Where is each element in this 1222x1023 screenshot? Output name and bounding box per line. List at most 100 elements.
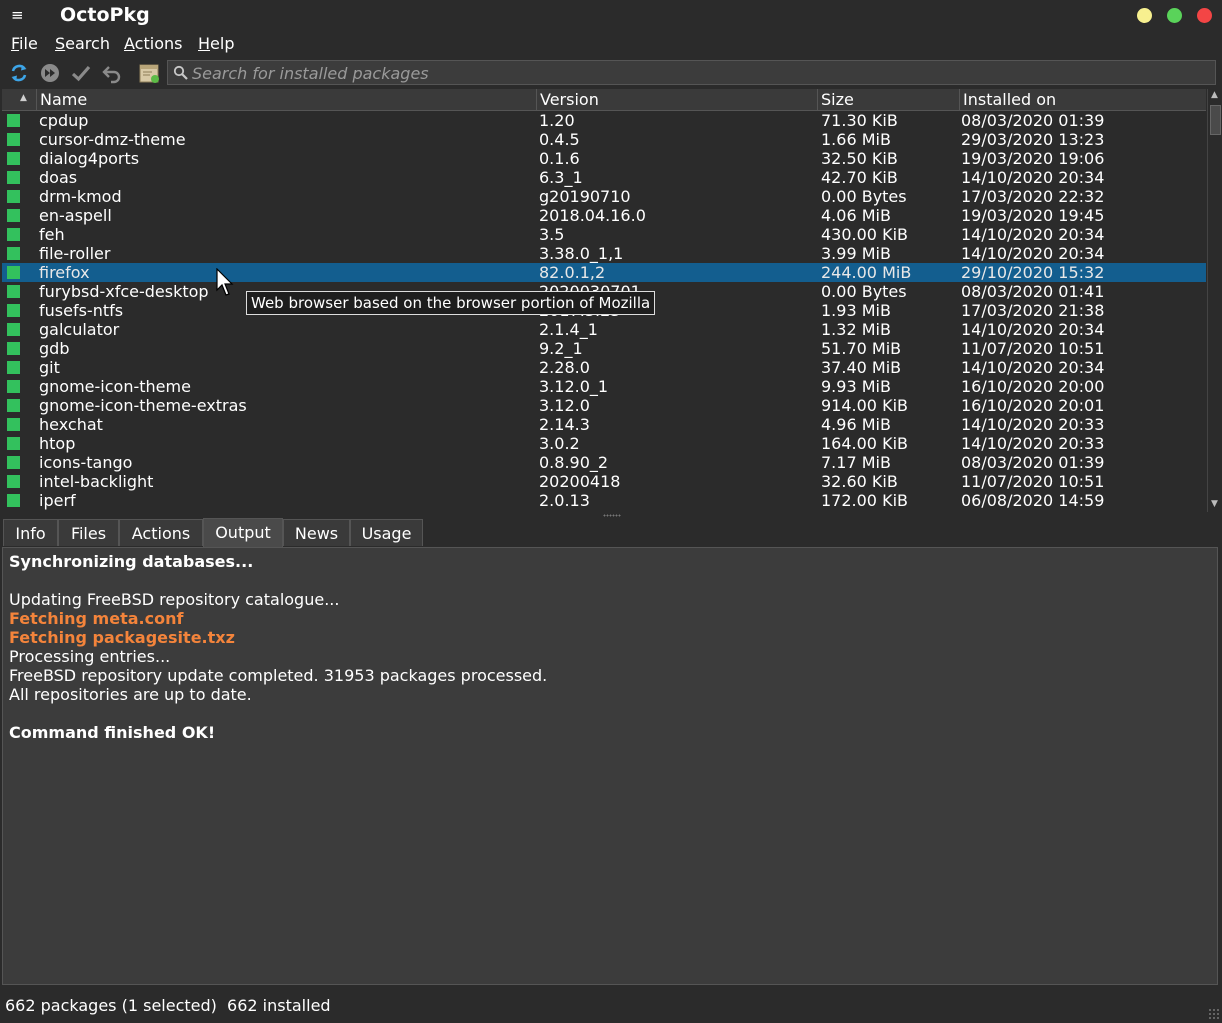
table-row[interactable]: icons-tango 0.8.90_2 7.17 MiB 08/03/2020 01…	[2, 453, 1206, 472]
package-name-cell: intel-backlight	[39, 472, 154, 491]
installed-status-icon	[7, 304, 20, 317]
table-row[interactable]: gnome-icon-theme-extras 3.12.0 914.00 KiB 1…	[2, 396, 1206, 415]
commit-icon[interactable]	[70, 62, 92, 84]
package-size-cell: 32.50 KiB	[821, 149, 898, 168]
package-name-cell: htop	[39, 434, 76, 453]
package-version-cell: 3.0.2	[539, 434, 580, 453]
table-header: ▲ Name Version Size Installed on	[2, 89, 1206, 111]
table-row[interactable]: feh 3.5 430.00 KiB 14/10/2020 20:34	[2, 225, 1206, 244]
package-installed-cell: 16/10/2020 20:01	[961, 396, 1105, 415]
menu-actions[interactable]: Actions	[124, 34, 182, 53]
package-installed-cell: 14/10/2020 20:34	[961, 225, 1105, 244]
package-size-cell: 9.93 MiB	[821, 377, 891, 396]
menu-file-mnemonic: F	[11, 34, 20, 53]
undo-icon[interactable]	[101, 62, 123, 84]
tab-info[interactable]: Info	[3, 519, 58, 546]
package-name-cell: en-aspell	[39, 206, 112, 225]
installed-status-icon	[7, 209, 20, 222]
installed-status-icon	[7, 114, 20, 127]
column-header-version[interactable]: Version	[536, 89, 817, 110]
menu-file[interactable]: File	[11, 34, 38, 53]
table-row[interactable]: drm-kmod g20190710 0.00 Bytes 17/03/2020 22…	[2, 187, 1206, 206]
package-installed-cell: 08/03/2020 01:39	[961, 453, 1105, 472]
package-version-cell: 2018.04.16.0	[539, 206, 646, 225]
package-version-cell: 6.3_1	[539, 168, 583, 187]
sync-database-icon[interactable]	[8, 62, 30, 84]
tab-output[interactable]: Output	[203, 518, 283, 547]
installed-status-icon	[7, 475, 20, 488]
scrollbar-thumb[interactable]	[1210, 105, 1221, 135]
table-row[interactable]: galculator 2.1.4_1 1.32 MiB 14/10/2020 20:3…	[2, 320, 1206, 339]
scroll-down-icon[interactable]: ▼	[1209, 499, 1220, 510]
package-size-cell: 7.17 MiB	[821, 453, 891, 472]
package-tooltip: Web browser based on the browser portion…	[246, 291, 656, 315]
maximize-button[interactable]	[1167, 8, 1182, 23]
package-version-cell: 2.28.0	[539, 358, 590, 377]
package-version-cell: 0.4.5	[539, 130, 580, 149]
pane-splitter-handle[interactable]	[603, 514, 621, 517]
installed-status-icon	[7, 361, 20, 374]
window-menu-icon[interactable]: ≡	[11, 6, 24, 24]
menu-help[interactable]: Help	[198, 34, 234, 53]
tab-news[interactable]: News	[283, 519, 350, 546]
package-version-cell: 3.5	[539, 225, 565, 244]
column-header-size[interactable]: Size	[817, 89, 959, 110]
table-row[interactable]: git 2.28.0 37.40 MiB 14/10/2020 20:34	[2, 358, 1206, 377]
package-installed-cell: 08/03/2020 01:39	[961, 111, 1105, 130]
table-row[interactable]: iperf 2.0.13 172.00 KiB 06/08/2020 14:59	[2, 491, 1206, 510]
sort-indicator-icon[interactable]: ▲	[20, 93, 27, 103]
package-installed-cell: 19/03/2020 19:45	[961, 206, 1105, 225]
package-version-cell: 2.14.3	[539, 415, 590, 434]
output-line: Fetching meta.conf	[9, 609, 184, 628]
close-button[interactable]	[1197, 8, 1212, 23]
search-input[interactable]	[190, 62, 1204, 85]
table-row[interactable]: cpdup 1.20 71.30 KiB 08/03/2020 01:39	[2, 111, 1206, 130]
vertical-scrollbar[interactable]: ▲ ▼	[1207, 89, 1221, 512]
table-row[interactable]: doas 6.3_1 42.70 KiB 14/10/2020 20:34	[2, 168, 1206, 187]
package-name-cell: gnome-icon-theme	[39, 377, 191, 396]
system-upgrade-icon[interactable]	[138, 62, 160, 84]
output-pane: Synchronizing databases... Updating FreeB…	[2, 547, 1218, 985]
table-row[interactable]: gnome-icon-theme 3.12.0_1 9.93 MiB 16/10/20…	[2, 377, 1206, 396]
package-size-cell: 42.70 KiB	[821, 168, 898, 187]
tab-actions[interactable]: Actions	[119, 519, 203, 546]
table-row[interactable]: firefox 82.0.1,2 244.00 MiB 29/10/2020 15:3…	[2, 263, 1206, 282]
package-size-cell: 1.66 MiB	[821, 130, 891, 149]
installed-status-icon	[7, 152, 20, 165]
column-header-installed-on[interactable]: Installed on	[959, 89, 1206, 110]
table-row[interactable]: gdb 9.2_1 51.70 MiB 11/07/2020 10:51	[2, 339, 1206, 358]
package-installed-cell: 16/10/2020 20:00	[961, 377, 1105, 396]
column-header-name[interactable]: Name	[36, 89, 536, 110]
package-installed-cell: 14/10/2020 20:33	[961, 415, 1105, 434]
package-installed-cell: 29/03/2020 13:23	[961, 130, 1105, 149]
run-transaction-icon[interactable]	[39, 62, 61, 84]
package-size-cell: 32.60 KiB	[821, 472, 898, 491]
package-name-cell: galculator	[39, 320, 120, 339]
package-version-cell: 0.1.6	[539, 149, 580, 168]
table-row[interactable]: htop 3.0.2 164.00 KiB 14/10/2020 20:33	[2, 434, 1206, 453]
table-row[interactable]: dialog4ports 0.1.6 32.50 KiB 19/03/2020 19:…	[2, 149, 1206, 168]
table-row[interactable]: file-roller 3.38.0_1,1 3.99 MiB 14/10/2020 …	[2, 244, 1206, 263]
output-line: Processing entries...	[9, 647, 171, 666]
menu-actions-label: ctions	[134, 34, 183, 53]
table-row[interactable]: cursor-dmz-theme 0.4.5 1.66 MiB 29/03/2020 …	[2, 130, 1206, 149]
table-row[interactable]: en-aspell 2018.04.16.0 4.06 MiB 19/03/2020 …	[2, 206, 1206, 225]
table-row[interactable]: hexchat 2.14.3 4.96 MiB 14/10/2020 20:33	[2, 415, 1206, 434]
installed-status-icon	[7, 266, 20, 279]
table-row[interactable]: intel-backlight 20200418 32.60 KiB 11/07/20…	[2, 472, 1206, 491]
resize-grip-icon[interactable]	[1208, 1008, 1220, 1020]
package-version-cell: 3.12.0_1	[539, 377, 609, 396]
package-size-cell: 3.99 MiB	[821, 244, 891, 263]
package-version-cell: 82.0.1,2	[539, 263, 606, 282]
menu-search[interactable]: Search	[55, 34, 110, 53]
tab-usage[interactable]: Usage	[350, 519, 423, 546]
tab-files[interactable]: Files	[58, 519, 119, 546]
package-name-cell: cursor-dmz-theme	[39, 130, 186, 149]
package-size-cell: 0.00 Bytes	[821, 187, 907, 206]
package-size-cell: 430.00 KiB	[821, 225, 908, 244]
minimize-button[interactable]	[1137, 8, 1152, 23]
package-name-cell: doas	[39, 168, 78, 187]
menu-actions-mnemonic: A	[124, 34, 135, 53]
output-line: Synchronizing databases...	[9, 552, 254, 571]
scroll-up-icon[interactable]: ▲	[1209, 90, 1220, 101]
